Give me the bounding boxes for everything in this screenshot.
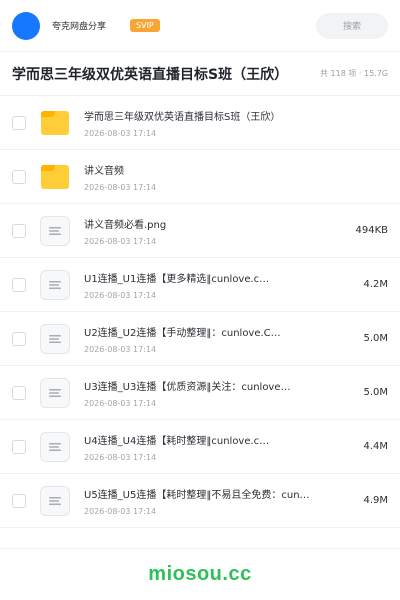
item-text: 讲义音频必看.png 2026-08-03 17:14 <box>84 216 334 246</box>
item-name: U1连播_U1连播【更多精选‖cunlove.c… <box>84 273 270 285</box>
item-icon <box>40 269 70 300</box>
file-icon <box>40 323 70 354</box>
list-item[interactable]: U3连播_U3连播【优质资源‖关注：cunlove… 2026-08-03 17… <box>0 366 400 420</box>
svip-badge: SVIP <box>130 19 160 32</box>
item-size: 5.0M <box>363 333 388 344</box>
file-icon <box>40 485 70 516</box>
checkbox[interactable] <box>12 277 26 292</box>
checkbox[interactable] <box>12 385 26 400</box>
top-bar: 夸克网盘分享 SVIP 搜索 <box>0 0 400 52</box>
item-size: 4.2M <box>363 279 388 290</box>
item-name: U5连播_U5连播【耗时整理‖不易且全免费：cun… <box>84 489 310 501</box>
item-text: U5连播_U5连播【耗时整理‖不易且全免费：cun… 2026-08-03 17… <box>84 486 334 516</box>
item-icon <box>40 377 70 408</box>
item-time: 2026-08-03 17:14 <box>84 236 157 246</box>
item-icon <box>40 162 70 192</box>
checkbox[interactable] <box>12 439 26 454</box>
watermark: miosou.cc <box>148 563 252 585</box>
item-name: U3连播_U3连播【优质资源‖关注：cunlove… <box>84 381 291 393</box>
footer: miosou.cc <box>0 548 400 600</box>
checkbox[interactable] <box>12 493 26 508</box>
folder-icon <box>41 110 69 135</box>
item-size: 4.4M <box>363 441 388 452</box>
file-icon <box>40 269 70 300</box>
item-name: 学而思三年级双优英语直播目标S班（王欣） <box>84 111 281 123</box>
item-text: U3连播_U3连播【优质资源‖关注：cunlove… 2026-08-03 17… <box>84 378 334 408</box>
item-text: 学而思三年级双优英语直播目标S班（王欣） 2026-08-03 17:14 <box>84 108 334 138</box>
item-time: 2026-08-03 17:14 <box>84 452 157 462</box>
item-time: 2026-08-03 17:14 <box>84 182 157 192</box>
item-name: 讲义音频 <box>84 165 124 177</box>
item-icon <box>40 323 70 354</box>
file-list: 学而思三年级双优英语直播目标S班（王欣） 2026-08-03 17:14 讲义… <box>0 96 400 530</box>
list-item[interactable]: U2连播_U2连播【手动整理‖：cunlove.C… 2026-08-03 17… <box>0 312 400 366</box>
item-icon <box>40 431 70 462</box>
checkbox[interactable] <box>12 223 26 238</box>
share-meta: 共 118 项 · 15.7G <box>320 69 388 78</box>
page-title: 学而思三年级双优英语直播目标S班（王欣） <box>12 66 289 83</box>
brand-label: 夸克网盘分享 <box>52 22 107 32</box>
file-icon <box>40 215 70 246</box>
search-input[interactable]: 搜索 <box>316 12 388 39</box>
item-text: 讲义音频 2026-08-03 17:14 <box>84 162 334 192</box>
folder-icon <box>41 164 69 189</box>
item-name: U2连播_U2连播【手动整理‖：cunlove.C… <box>84 327 281 339</box>
item-size: 494KB <box>355 225 388 236</box>
checkbox[interactable] <box>12 115 26 130</box>
item-time: 2026-08-03 17:14 <box>84 344 157 354</box>
item-size: 5.0M <box>363 387 388 398</box>
list-item[interactable]: U4连播_U4连播【耗时整理‖cunlove.c… 2026-08-03 17:… <box>0 420 400 474</box>
item-time: 2026-08-03 17:14 <box>84 506 157 516</box>
item-time: 2026-08-03 17:14 <box>84 398 157 408</box>
item-time: 2026-08-03 17:14 <box>84 128 157 138</box>
checkbox[interactable] <box>12 169 26 184</box>
checkbox[interactable] <box>12 331 26 346</box>
item-size: 4.9M <box>363 495 388 506</box>
item-text: U1连播_U1连播【更多精选‖cunlove.c… 2026-08-03 17:… <box>84 270 334 300</box>
file-icon <box>40 431 70 462</box>
list-item[interactable]: 讲义音频 2026-08-03 17:14 <box>0 150 400 204</box>
item-name: U4连播_U4连播【耗时整理‖cunlove.c… <box>84 435 270 447</box>
list-item[interactable]: U5连播_U5连播【耗时整理‖不易且全免费：cun… 2026-08-03 17… <box>0 474 400 528</box>
item-time: 2026-08-03 17:14 <box>84 290 157 300</box>
item-text: U4连播_U4连播【耗时整理‖cunlove.c… 2026-08-03 17:… <box>84 432 334 462</box>
item-icon <box>40 485 70 516</box>
item-icon <box>40 108 70 138</box>
list-item[interactable]: U1连播_U1连播【更多精选‖cunlove.c… 2026-08-03 17:… <box>0 258 400 312</box>
item-text: U2连播_U2连播【手动整理‖：cunlove.C… 2026-08-03 17… <box>84 324 334 354</box>
avatar[interactable] <box>12 11 40 40</box>
item-name: 讲义音频必看.png <box>84 219 167 231</box>
share-title-bar: 学而思三年级双优英语直播目标S班（王欣） 共 118 项 · 15.7G <box>0 52 400 96</box>
list-item[interactable]: 学而思三年级双优英语直播目标S班（王欣） 2026-08-03 17:14 <box>0 96 400 150</box>
file-icon <box>40 377 70 408</box>
list-item[interactable]: 讲义音频必看.png 2026-08-03 17:14 494KB <box>0 204 400 258</box>
item-icon <box>40 215 70 246</box>
